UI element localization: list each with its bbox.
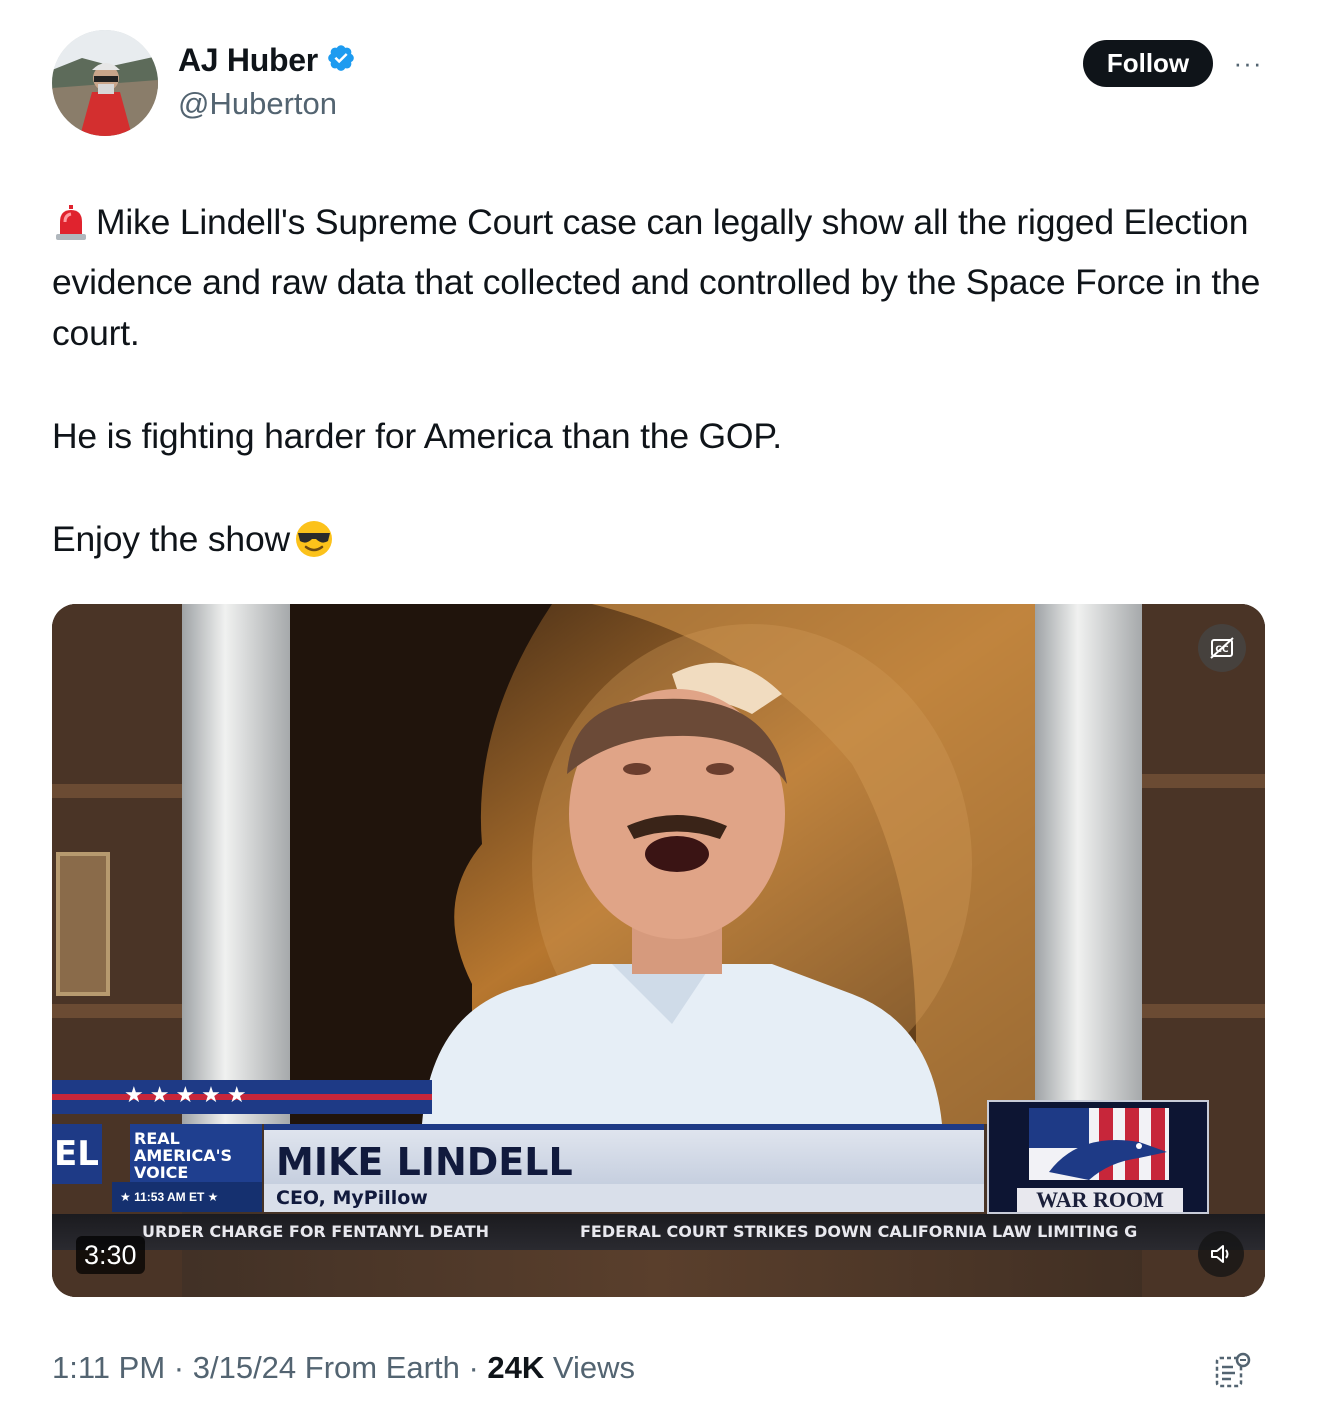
- tweet-paragraph: Mike Lindell's Supreme Court case can le…: [52, 197, 1272, 360]
- avatar[interactable]: [52, 30, 158, 136]
- display-name[interactable]: AJ Huber: [178, 42, 318, 79]
- guest-title: CEO, MyPillow: [264, 1184, 984, 1212]
- tweet-paragraph: Enjoy the show: [52, 514, 1272, 574]
- meta-separator: ·: [173, 1350, 185, 1385]
- tweet-time[interactable]: 1:11 PM: [52, 1350, 165, 1385]
- rotating-light-icon: [52, 204, 90, 257]
- broadcast-time: ★ 11:53 AM ET ★: [112, 1182, 262, 1212]
- tweet-line-3: Enjoy the show: [52, 519, 290, 559]
- network-line-3: VOICE: [134, 1163, 189, 1182]
- views-count: 24K: [487, 1350, 545, 1385]
- eagle-flag-icon: [1029, 1108, 1169, 1180]
- ticker-item-1: URDER CHARGE FOR FENTANYL DEATH: [142, 1222, 490, 1241]
- more-options-icon[interactable]: ···: [1228, 48, 1268, 78]
- news-lower-third: ★★★★★ EL REAL AMERICA'S VOICE ★ 11:53 AM…: [52, 1080, 1265, 1297]
- video-duration: 3:30: [76, 1236, 145, 1274]
- closed-captions-icon[interactable]: CC: [1198, 624, 1246, 672]
- tweet-date[interactable]: 3/15/24: [193, 1350, 296, 1385]
- verified-badge-icon: [326, 43, 356, 78]
- analytics-icon[interactable]: [1213, 1350, 1253, 1390]
- follow-button[interactable]: Follow: [1083, 40, 1213, 87]
- tweet-source: From Earth: [304, 1350, 460, 1385]
- volume-icon[interactable]: [1198, 1231, 1244, 1277]
- network-stars: ★★★★★: [124, 1082, 253, 1107]
- network-line-1: REAL: [134, 1129, 180, 1148]
- news-ticker: URDER CHARGE FOR FENTANYL DEATH FEDERAL …: [52, 1214, 1265, 1250]
- war-room-label: WAR ROOM: [1017, 1188, 1183, 1212]
- handle[interactable]: @Huberton: [178, 86, 337, 122]
- video-player[interactable]: ★★★★★ EL REAL AMERICA'S VOICE ★ 11:53 AM…: [52, 604, 1265, 1297]
- meta-separator: ·: [468, 1350, 479, 1385]
- network-line-2: AMERICA'S: [134, 1146, 233, 1165]
- ticker-item-2: FEDERAL COURT STRIKES DOWN CALIFORNIA LA…: [580, 1222, 1138, 1241]
- guest-name: MIKE LINDELL: [264, 1124, 984, 1184]
- war-room-logo: WAR ROOM: [987, 1100, 1209, 1214]
- views-label: Views: [552, 1350, 636, 1385]
- tweet-line-2: He is fighting harder for America than t…: [52, 416, 782, 456]
- network-logo: REAL AMERICA'S VOICE: [130, 1124, 262, 1188]
- edge-text: EL: [52, 1124, 102, 1184]
- tweet-meta: 1:11 PM · 3/15/24 From Earth · 24K Views: [52, 1350, 635, 1386]
- smiling-face-with-sunglasses-icon: [294, 519, 334, 574]
- tweet-line-1: Mike Lindell's Supreme Court case can le…: [52, 202, 1270, 353]
- tweet-text: Mike Lindell's Supreme Court case can le…: [52, 197, 1272, 574]
